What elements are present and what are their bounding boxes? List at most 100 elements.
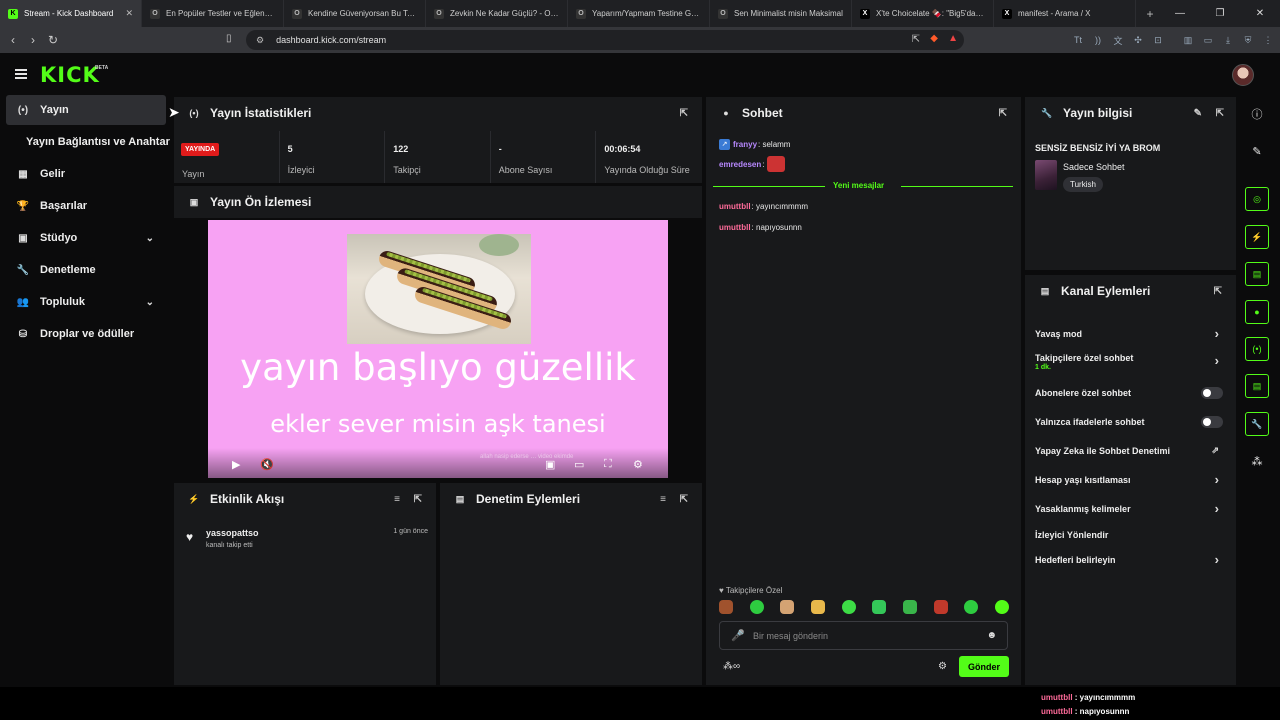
emoji-picker-icon[interactable]: ☻	[986, 630, 997, 641]
browser-tab[interactable]: O En Popüler Testler ve Eğlenceli	[142, 0, 284, 27]
chevron-down-icon[interactable]: ⌄	[146, 233, 154, 244]
sidebar-item-basarilar[interactable]: 🏆 Başarılar	[6, 191, 166, 221]
info-icon[interactable]: ⓘ	[1245, 102, 1269, 126]
browser-tab[interactable]: K Stream - Kick Dashboard ✕	[0, 0, 142, 27]
sidebar-item-yayin[interactable]: (•) Yayın	[6, 95, 166, 125]
action-banned-words[interactable]: Yasaklanmış kelimeler ›	[1035, 499, 1225, 521]
action-raid[interactable]: İzleyici Yönlendir	[1035, 525, 1225, 547]
actions-widget-icon[interactable]: ▤	[1245, 374, 1269, 398]
broadcast-widget-icon[interactable]: (•)	[1245, 337, 1269, 361]
chat-username[interactable]: umuttbll	[719, 202, 751, 211]
minimize-icon[interactable]: —	[1160, 0, 1200, 27]
activity-widget-icon[interactable]: ⚡	[1245, 225, 1269, 249]
edit-icon[interactable]: ✎	[1194, 108, 1202, 119]
chat-username[interactable]: emredesen	[719, 160, 761, 169]
more-widgets-icon[interactable]: ⁂	[1245, 449, 1269, 473]
popout-icon[interactable]: ⇱	[680, 494, 688, 505]
popout-icon[interactable]: ⇱	[999, 108, 1007, 119]
audio-extension-icon[interactable]: ))	[1088, 35, 1108, 45]
user-avatar[interactable]	[1232, 64, 1254, 86]
emote-icon[interactable]	[749, 600, 764, 614]
action-ai-moderation[interactable]: Yapay Zeka ile Sohbet Denetimi ⇗	[1035, 441, 1225, 463]
settings-icon[interactable]: ⚙	[633, 458, 643, 471]
video-player[interactable]: yayın başlıyo güzellik ekler sever misin…	[208, 220, 668, 478]
chat-settings-icon[interactable]: ⚙	[938, 661, 947, 672]
translate-extension-icon[interactable]: Tt	[1068, 35, 1088, 45]
action-goals[interactable]: Hedefleri belirleyin ›	[1035, 550, 1225, 572]
emote-icon[interactable]	[933, 600, 948, 614]
brave-rewards-icon[interactable]: ▲	[948, 33, 958, 44]
edit-layout-icon[interactable]: ✎	[1245, 139, 1269, 163]
browser-tab[interactable]: O Yaparım/Yapmam Testine Göre	[568, 0, 710, 27]
language-extension-icon[interactable]: 文	[1108, 34, 1128, 47]
sidebar-item-gelir[interactable]: ▦ Gelir	[6, 159, 166, 189]
chevron-down-icon[interactable]: ⌄	[146, 297, 154, 308]
action-slow-mode[interactable]: Yavaş mod ›	[1035, 324, 1225, 346]
forward-icon[interactable]: ›	[23, 33, 43, 47]
kick-logo[interactable]: KICK	[40, 63, 100, 87]
send-button[interactable]: Gönder	[959, 656, 1009, 677]
sidebar-toggle-icon[interactable]: ▥	[1178, 35, 1198, 46]
back-icon[interactable]: ‹	[3, 33, 23, 47]
restore-icon[interactable]: ❐	[1200, 0, 1240, 27]
event-username[interactable]: yassopattso	[206, 528, 259, 538]
share-icon[interactable]: ⇱	[912, 34, 920, 45]
sidebar-item-droplar[interactable]: ⛁ Droplar ve ödüller	[6, 319, 166, 349]
emote-icon[interactable]	[994, 600, 1009, 614]
emote-icon[interactable]	[780, 600, 795, 614]
mic-icon[interactable]: 🎤	[731, 629, 745, 642]
info-widget-icon[interactable]: 🔧	[1245, 412, 1269, 436]
wallet-icon[interactable]: ▭	[1198, 35, 1218, 46]
browser-tab[interactable]: X manifest - Arama / X	[994, 0, 1136, 27]
hamburger-menu-icon[interactable]	[15, 69, 27, 79]
browser-tab[interactable]: X X'te Choicelate 🍫: "Big5'dan tı	[852, 0, 994, 27]
theater-icon[interactable]: ▭	[574, 458, 584, 471]
download-icon[interactable]: ⤓	[1218, 35, 1238, 46]
popout-icon[interactable]: ⇱	[680, 108, 688, 119]
sidebar-item-stream-key[interactable]: Yayın Bağlantısı ve Anahtarı	[26, 127, 170, 157]
sidebar-item-denetleme[interactable]: 🔧 Denetleme	[6, 255, 166, 285]
puzzle-extension-icon[interactable]: ✣	[1128, 35, 1148, 46]
browser-tab[interactable]: O Sen Minimalist misin Maksimal	[710, 0, 852, 27]
reload-icon[interactable]: ↻	[43, 33, 63, 47]
emote-icon[interactable]	[810, 600, 825, 614]
sidebar-item-studyo[interactable]: ▣ Stüdyo ⌄	[6, 223, 166, 253]
emote-icon[interactable]	[719, 600, 733, 614]
browser-tab[interactable]: O Zevkin Ne Kadar Güçlü? - One	[426, 0, 568, 27]
vpn-icon[interactable]: ⛨	[1238, 35, 1258, 46]
category-name[interactable]: Sadece Sohbet	[1063, 162, 1125, 172]
stats-widget-icon[interactable]: ◎	[1245, 187, 1269, 211]
filter-icon[interactable]: ≡	[660, 494, 666, 505]
chat-username[interactable]: umuttbll	[719, 223, 751, 232]
brave-shield-icon[interactable]: ◆	[930, 33, 938, 44]
filter-icon[interactable]: ≡	[394, 494, 400, 505]
emotes-only-toggle[interactable]	[1201, 416, 1223, 428]
bookmark-icon[interactable]: ▯	[226, 33, 232, 44]
chat-widget-icon[interactable]: ●	[1245, 300, 1269, 324]
chat-tools-icon[interactable]: ⁂∞	[723, 661, 740, 672]
close-window-icon[interactable]: ✕	[1240, 0, 1280, 27]
moderation-widget-icon[interactable]: ▤	[1245, 262, 1269, 286]
chat-username[interactable]: franyy	[733, 140, 757, 149]
browser-tab[interactable]: O Kendine Güveniyorsan Bu Testi	[284, 0, 426, 27]
action-account-age[interactable]: Hesap yaşı kısıtlaması ›	[1035, 470, 1225, 492]
subscribers-only-toggle[interactable]	[1201, 387, 1223, 399]
sidebar-item-topluluk[interactable]: 👥 Topluluk ⌄	[6, 287, 166, 317]
fullscreen-icon[interactable]: ⛶	[604, 458, 612, 471]
close-tab-icon[interactable]: ✕	[125, 8, 133, 19]
emote-icon[interactable]	[902, 600, 917, 614]
url-field[interactable]: ⚙ dashboard.kick.com/stream ⇱ ◆ ▲	[246, 30, 964, 50]
popout-icon[interactable]: ⇱	[414, 494, 422, 505]
emote-icon[interactable]	[872, 600, 887, 614]
play-icon[interactable]: ▶	[232, 458, 240, 471]
emote-icon[interactable]	[964, 600, 979, 614]
emote-icon[interactable]	[841, 600, 856, 614]
popout-icon[interactable]: ⇱	[1216, 108, 1224, 119]
site-info-icon[interactable]: ⚙	[256, 35, 264, 46]
mute-icon[interactable]: 🔇	[260, 458, 274, 471]
action-followers-only[interactable]: Takipçilere özel sohbet 1 dk. ›	[1035, 348, 1225, 374]
screenshot-extension-icon[interactable]: ⊡	[1148, 35, 1168, 46]
new-tab-button[interactable]: +	[1140, 7, 1160, 21]
chat-input[interactable]: 🎤 Bir mesaj gönderin ☻	[719, 621, 1008, 650]
popout-icon[interactable]: ⇱	[1214, 286, 1222, 297]
